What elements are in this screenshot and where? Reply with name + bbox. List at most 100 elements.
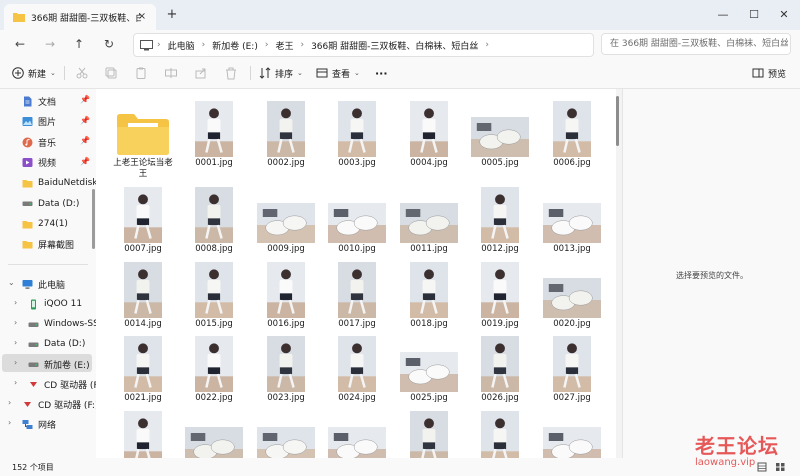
file-item[interactable]: 0008.jpg <box>181 183 247 255</box>
search-input[interactable] <box>601 33 791 55</box>
breadcrumb-laowang[interactable]: 老王 <box>272 39 296 52</box>
file-item[interactable]: 0015.jpg <box>181 258 247 330</box>
chevron-down-icon[interactable]: ⌄ <box>8 278 15 287</box>
file-item[interactable]: 0002.jpg <box>253 97 319 169</box>
file-item[interactable]: 0030.jpg <box>253 407 319 458</box>
file-item[interactable]: 0006.jpg <box>539 97 605 169</box>
file-item[interactable]: 0004.jpg <box>396 97 462 169</box>
pin-icon[interactable]: 📌 <box>80 95 90 104</box>
sidebar-item[interactable]: 新加卷 (E:) <box>28 355 90 373</box>
tab-close-button[interactable]: × <box>136 11 148 23</box>
sidebar-item[interactable]: CD 驱动器 (F:) <box>28 375 96 393</box>
file-item[interactable]: 0001.jpg <box>181 97 247 169</box>
pin-icon[interactable]: 📌 <box>80 116 90 125</box>
content-scrollbar[interactable] <box>616 96 619 146</box>
sidebar-item[interactable]: 网络 <box>22 415 56 433</box>
file-item[interactable]: 0017.jpg <box>324 258 390 330</box>
chevron-right-icon[interactable]: › <box>14 338 17 347</box>
file-item[interactable]: 0032.jpg <box>396 407 462 458</box>
file-item[interactable]: 0023.jpg <box>253 332 319 404</box>
file-item[interactable]: 0012.jpg <box>467 183 533 255</box>
thumbnail-frame <box>324 258 390 318</box>
view-button[interactable]: 查看 ⌄ <box>316 65 360 81</box>
sidebar-item[interactable]: 视频 <box>22 154 56 172</box>
chevron-right-icon[interactable]: › <box>14 318 17 327</box>
tab-current-folder[interactable]: 366期 甜甜圈-三双板鞋、白棉袜、短白丝 × <box>4 4 156 30</box>
sidebar-item[interactable]: Data (D:) <box>28 335 85 353</box>
file-item[interactable]: 0022.jpg <box>181 332 247 404</box>
share-icon[interactable] <box>194 66 208 80</box>
delete-icon[interactable] <box>224 66 238 80</box>
file-item[interactable]: 0010.jpg <box>324 183 390 255</box>
file-item[interactable]: 0027.jpg <box>539 332 605 404</box>
sidebar-item[interactable]: iQOO 11 <box>28 295 82 313</box>
sidebar-item[interactable]: Data (D:) <box>22 195 79 213</box>
address-bar[interactable]: › 此电脑 › 新加卷 (E:) › 老王 › 366期 甜甜圈-三双板鞋、白棉… <box>133 33 594 57</box>
paste-icon[interactable] <box>134 66 148 80</box>
chevron-right-icon[interactable]: › <box>14 298 17 307</box>
up-arrow-icon[interactable]: ↑ <box>71 36 87 52</box>
copy-icon[interactable] <box>104 66 118 80</box>
file-item[interactable]: 0013.jpg <box>539 183 605 255</box>
file-item[interactable]: 0026.jpg <box>467 332 533 404</box>
maximize-button[interactable]: ☐ <box>744 5 764 25</box>
sidebar-item[interactable]: 音乐 <box>22 133 56 151</box>
rename-icon[interactable] <box>164 66 178 80</box>
chevron-down-icon: ⌄ <box>50 69 56 77</box>
sidebar-scrollbar[interactable] <box>92 189 95 249</box>
breadcrumb-drive-e[interactable]: 新加卷 (E:) <box>209 39 261 52</box>
sort-button[interactable]: 排序 ⌄ <box>259 65 303 81</box>
breadcrumb-current-folder[interactable]: 366期 甜甜圈-三双板鞋、白棉袜、短白丝 <box>308 39 481 52</box>
sidebar-item[interactable]: BaiduNetdiskD <box>22 174 96 192</box>
breadcrumb-this-pc[interactable]: 此电脑 <box>165 39 198 52</box>
sidebar-item[interactable]: 屏幕截图 <box>22 236 74 254</box>
file-item[interactable]: 0007.jpg <box>110 183 176 255</box>
breadcrumb-separator: › <box>201 40 206 50</box>
file-item[interactable]: 0028.jpg <box>110 407 176 458</box>
file-item[interactable]: 0020.jpg <box>539 258 605 330</box>
sidebar-item[interactable]: 文档 <box>22 92 56 110</box>
file-item[interactable]: 0019.jpg <box>467 258 533 330</box>
chevron-right-icon[interactable]: › <box>8 398 11 407</box>
sidebar-item[interactable]: 274(1) <box>22 215 68 233</box>
new-button[interactable]: 新建 ⌄ <box>12 65 56 81</box>
sidebar-item[interactable]: 图片 <box>22 113 56 131</box>
back-arrow-icon[interactable]: ← <box>12 36 28 52</box>
new-tab-button[interactable]: + <box>165 8 179 22</box>
sidebar-item[interactable]: 此电脑 <box>22 275 65 293</box>
preview-button[interactable]: 预览 <box>752 65 786 81</box>
refresh-icon[interactable]: ↻ <box>101 36 117 52</box>
preview-pane-icon <box>752 68 764 78</box>
sort-label: 排序 <box>275 69 294 80</box>
file-item[interactable]: 0025.jpg <box>396 332 462 404</box>
chevron-right-icon[interactable]: › <box>14 358 17 367</box>
sidebar-item[interactable]: Windows-SSD <box>28 315 96 333</box>
sidebar-item[interactable]: CD 驱动器 (F:) v <box>22 395 96 413</box>
file-item[interactable]: 0003.jpg <box>324 97 390 169</box>
pin-icon[interactable]: 📌 <box>80 157 90 166</box>
pin-icon[interactable]: 📌 <box>80 136 90 145</box>
file-item[interactable]: 0014.jpg <box>110 258 176 330</box>
cut-icon[interactable] <box>75 66 89 80</box>
file-item[interactable]: 0011.jpg <box>396 183 462 255</box>
folder-item[interactable]: 上老王论坛当老王 <box>110 97 176 180</box>
file-item[interactable]: 0024.jpg <box>324 332 390 404</box>
file-item[interactable]: 0018.jpg <box>396 258 462 330</box>
file-item[interactable]: 0005.jpg <box>467 97 533 169</box>
file-name: 0021.jpg <box>124 393 162 403</box>
file-name: 0004.jpg <box>410 158 448 168</box>
close-window-button[interactable]: ✕ <box>774 5 794 25</box>
chevron-right-icon[interactable]: › <box>14 378 17 387</box>
thumbnail-frame <box>110 258 176 318</box>
file-item[interactable]: 0016.jpg <box>253 258 319 330</box>
forward-arrow-icon[interactable]: → <box>42 36 58 52</box>
chevron-right-icon[interactable]: › <box>8 418 11 427</box>
file-item[interactable]: 0029.jpg <box>181 407 247 458</box>
file-item[interactable]: 0031.jpg <box>324 407 390 458</box>
more-options-button[interactable]: ··· <box>375 65 388 81</box>
file-item[interactable]: 0034.jpg <box>539 407 605 458</box>
file-item[interactable]: 0021.jpg <box>110 332 176 404</box>
minimize-button[interactable]: — <box>713 5 733 25</box>
file-item[interactable]: 0033.jpg <box>467 407 533 458</box>
file-item[interactable]: 0009.jpg <box>253 183 319 255</box>
